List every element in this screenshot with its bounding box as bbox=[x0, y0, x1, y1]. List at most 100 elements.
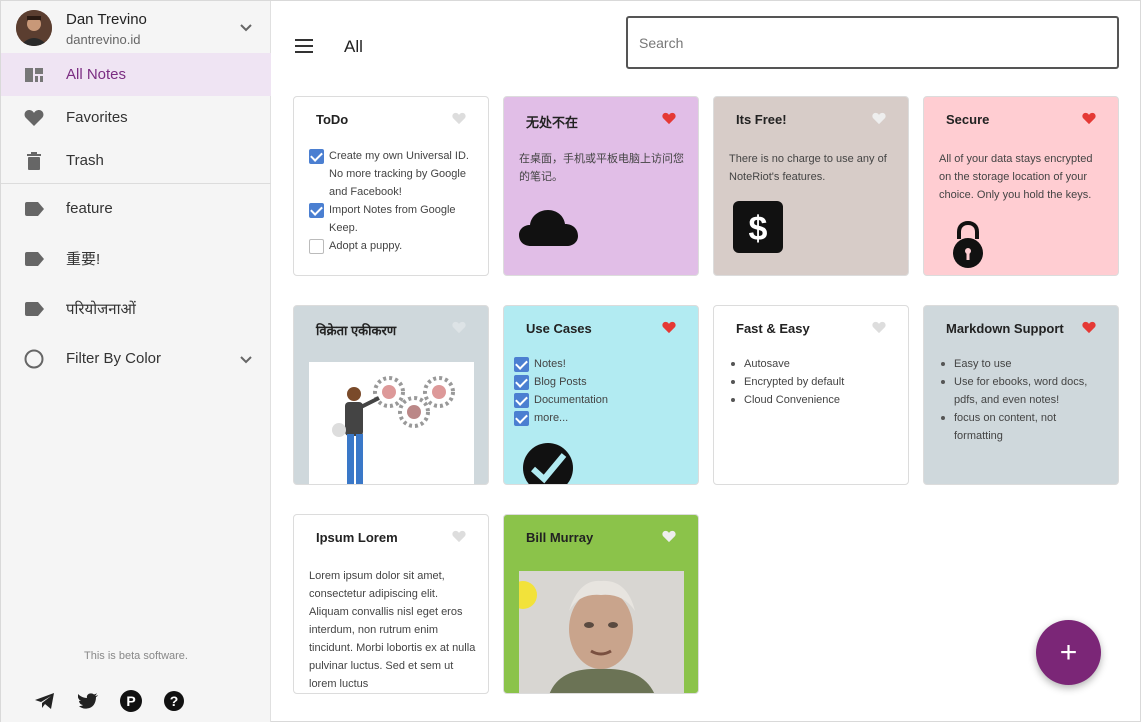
dollar-icon: $ bbox=[733, 201, 783, 253]
cloud-icon bbox=[519, 210, 578, 246]
heart-icon[interactable] bbox=[872, 321, 886, 334]
checkbox[interactable] bbox=[514, 411, 529, 426]
portrait-photo bbox=[519, 571, 684, 693]
nav-tag-important[interactable]: 重要! bbox=[1, 237, 271, 280]
checkbox[interactable] bbox=[514, 375, 529, 390]
heart-icon[interactable] bbox=[872, 112, 886, 125]
note-title: Ipsum Lorem bbox=[316, 530, 398, 545]
label-icon bbox=[24, 249, 44, 269]
note-checklist: Notes! Blog Posts Documentation more... bbox=[514, 355, 682, 427]
nav-tag-projects[interactable]: परियोजनाओं bbox=[1, 287, 271, 330]
checklist-text: more... bbox=[534, 412, 569, 424]
user-name: Dan Trevino bbox=[66, 11, 147, 28]
checklist-item[interactable]: Blog Posts bbox=[514, 373, 682, 391]
app-window: Dan Trevino dantrevino.id All Notes Favo… bbox=[0, 0, 1141, 722]
note-title: Its Free! bbox=[736, 112, 787, 127]
beta-notice: This is beta software. bbox=[84, 650, 188, 662]
note-card-secure[interactable]: Secure All of your data stays encrypted … bbox=[923, 96, 1119, 276]
heart-icon[interactable] bbox=[662, 530, 676, 543]
note-card-fast-easy[interactable]: Fast & Easy Autosave Encrypted by defaul… bbox=[713, 305, 909, 485]
checklist-text: Adopt a puppy. bbox=[329, 240, 403, 252]
list-item: Use for ebooks, word docs, pdfs, and eve… bbox=[934, 373, 1102, 409]
telegram-icon[interactable] bbox=[34, 690, 56, 712]
note-card-todo[interactable]: ToDo Create my own Universal ID. No more… bbox=[293, 96, 489, 276]
sidebar-divider bbox=[1, 183, 271, 184]
note-card-everywhere[interactable]: 无处不在 在桌面，手机或平板电脑上访问您的笔记。 bbox=[503, 96, 699, 276]
checkbox[interactable] bbox=[309, 239, 324, 254]
circle-outline-icon bbox=[24, 349, 44, 369]
patreon-icon[interactable]: P bbox=[120, 690, 142, 712]
note-title: 无处不在 bbox=[526, 115, 579, 130]
nav-label: All Notes bbox=[66, 66, 127, 83]
heart-icon[interactable] bbox=[1082, 321, 1096, 334]
note-title: Bill Murray bbox=[526, 530, 594, 545]
note-text: There is no charge to use any of NoteRio… bbox=[729, 153, 887, 183]
checklist-item[interactable]: Create my own Universal ID. No more trac… bbox=[309, 147, 477, 201]
note-card-ipsum-lorem[interactable]: Ipsum Lorem Lorem ipsum dolor sit amet, … bbox=[293, 514, 489, 694]
nav-label: Favorites bbox=[66, 109, 128, 126]
svg-text:?: ? bbox=[170, 693, 179, 709]
avatar bbox=[16, 10, 52, 46]
plus-icon: + bbox=[1059, 635, 1078, 669]
note-text: 在桌面，手机或平板电脑上访问您的笔记。 bbox=[519, 153, 684, 183]
checkbox[interactable] bbox=[309, 149, 324, 164]
nav-tag-feature[interactable]: feature bbox=[1, 187, 271, 230]
checklist-item[interactable]: Adopt a puppy. bbox=[309, 237, 477, 255]
nav-label: 重要! bbox=[66, 251, 101, 268]
hamburger-menu-icon[interactable] bbox=[295, 37, 313, 55]
checklist-item[interactable]: Notes! bbox=[514, 355, 682, 373]
note-title: Fast & Easy bbox=[736, 321, 810, 336]
search-input[interactable] bbox=[626, 16, 1119, 69]
heart-icon[interactable] bbox=[662, 112, 676, 125]
heart-icon[interactable] bbox=[452, 530, 466, 543]
nav-label: Trash bbox=[66, 152, 104, 169]
nav-label: Filter By Color bbox=[66, 350, 162, 367]
svg-text:$: $ bbox=[749, 210, 768, 248]
note-card-vendor-integration[interactable]: विक्रेता एकीकरण bbox=[293, 305, 489, 485]
note-card-use-cases[interactable]: Use Cases Notes! Blog Posts Documentatio… bbox=[503, 305, 699, 485]
nav-all-notes[interactable]: All Notes bbox=[1, 53, 271, 96]
label-icon bbox=[24, 299, 44, 319]
checklist-item[interactable]: Documentation bbox=[514, 391, 682, 409]
note-title: Use Cases bbox=[526, 321, 592, 336]
note-text: All of your data stays encrypted on the … bbox=[939, 153, 1093, 201]
user-profile[interactable]: Dan Trevino dantrevino.id bbox=[1, 1, 271, 53]
heart-icon[interactable] bbox=[1082, 112, 1096, 125]
note-text: Lorem ipsum dolor sit amet, consectetur … bbox=[309, 570, 476, 690]
note-bullets: Easy to use Use for ebooks, word docs, p… bbox=[934, 355, 1102, 445]
note-card-free[interactable]: Its Free! There is no charge to use any … bbox=[713, 96, 909, 276]
checkbox[interactable] bbox=[514, 357, 529, 372]
nav-label: feature bbox=[66, 200, 113, 217]
note-title: Secure bbox=[946, 112, 990, 127]
list-item: Encrypted by default bbox=[724, 373, 892, 391]
chevron-down-icon[interactable] bbox=[238, 351, 254, 367]
checklist-item[interactable]: more... bbox=[514, 409, 682, 427]
checkbox[interactable] bbox=[514, 393, 529, 408]
dashboard-icon bbox=[24, 65, 44, 85]
checklist-text: Blog Posts bbox=[534, 376, 587, 388]
list-item: Easy to use bbox=[934, 355, 1102, 373]
integration-illustration bbox=[309, 362, 474, 484]
chevron-down-icon[interactable] bbox=[238, 19, 254, 35]
sidebar: Dan Trevino dantrevino.id All Notes Favo… bbox=[1, 1, 271, 722]
list-item: focus on content, not formatting bbox=[934, 409, 1102, 445]
nav-trash[interactable]: Trash bbox=[1, 139, 271, 182]
add-note-button[interactable]: + bbox=[1036, 620, 1101, 685]
heart-icon[interactable] bbox=[452, 112, 466, 125]
nav-favorites[interactable]: Favorites bbox=[1, 96, 271, 139]
help-icon[interactable]: ? bbox=[163, 690, 185, 712]
checkbox[interactable] bbox=[309, 203, 324, 218]
svg-text:P: P bbox=[126, 693, 135, 709]
note-card-bill-murray[interactable]: Bill Murray bbox=[503, 514, 699, 694]
heart-icon[interactable] bbox=[662, 321, 676, 334]
list-item: Autosave bbox=[724, 355, 892, 373]
nav-filter-by-color[interactable]: Filter By Color bbox=[1, 337, 271, 380]
checklist-item[interactable]: Import Notes from Google Keep. bbox=[309, 201, 477, 237]
user-handle: dantrevino.id bbox=[66, 32, 141, 47]
note-card-markdown[interactable]: Markdown Support Easy to use Use for ebo… bbox=[923, 305, 1119, 485]
heart-icon[interactable] bbox=[452, 321, 466, 334]
checklist-text: Import Notes from Google Keep. bbox=[329, 204, 456, 234]
nav-label: परियोजनाओं bbox=[66, 300, 136, 318]
twitter-icon[interactable] bbox=[77, 690, 99, 712]
padlock-icon bbox=[953, 221, 983, 268]
